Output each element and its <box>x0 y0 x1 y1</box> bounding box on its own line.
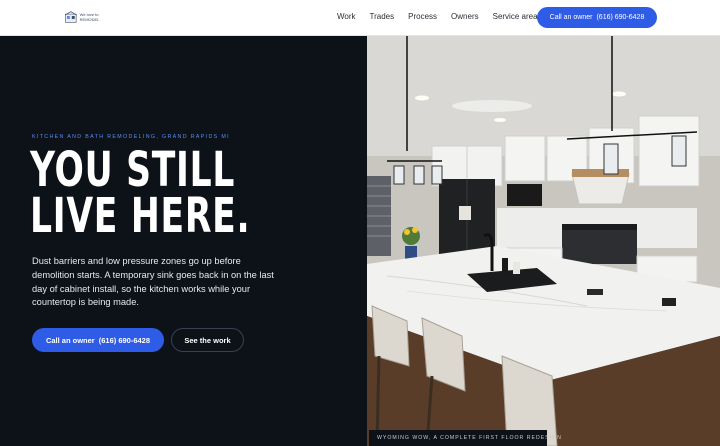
brand-logo[interactable]: We love to REMODEL <box>65 10 101 24</box>
call-owner-label: Call an owner <box>45 335 95 345</box>
hero-lead-text: Dust barriers and low pressure zones go … <box>32 256 274 308</box>
logo-house-icon <box>65 11 77 23</box>
headline-line-2: LIVE HERE. <box>30 188 251 244</box>
call-owner-phone: (616) 690-6428 <box>98 335 151 345</box>
nav-link-owners[interactable]: Owners <box>451 12 479 21</box>
nav-link-service-area[interactable]: Service area <box>493 12 538 21</box>
logo-text: We love to REMODEL <box>79 12 100 22</box>
nav-link-trades[interactable]: Trades <box>370 12 395 21</box>
nav-link-work[interactable]: Work <box>337 12 356 21</box>
kitchen-photo <box>367 36 720 446</box>
header-call-phone: (616) 690-6428 <box>596 14 645 21</box>
hero-section: KITCHEN AND BATH REMODELING, GRAND RAPID… <box>0 36 367 446</box>
call-owner-button[interactable]: Call an owner (616) 690-6428 <box>32 328 164 352</box>
kitchen-illustration <box>367 36 720 446</box>
header-call-label: Call an owner <box>549 14 593 21</box>
see-work-button[interactable]: See the work <box>171 328 244 352</box>
site-header: We love to REMODEL Work Trades Process O… <box>0 0 720 36</box>
hero-headline: YOU STILL LIVE HERE. <box>30 146 250 240</box>
header-call-button[interactable]: Call an owner (616) 690-6428 <box>537 7 657 28</box>
photo-caption: WYOMING WOW, A COMPLETE FIRST FLOOR REDE… <box>369 430 561 446</box>
main-nav: Work Trades Process Owners Service area <box>337 12 552 21</box>
nav-link-process[interactable]: Process <box>408 12 437 21</box>
hero-eyebrow: KITCHEN AND BATH REMODELING, GRAND RAPID… <box>32 134 230 140</box>
